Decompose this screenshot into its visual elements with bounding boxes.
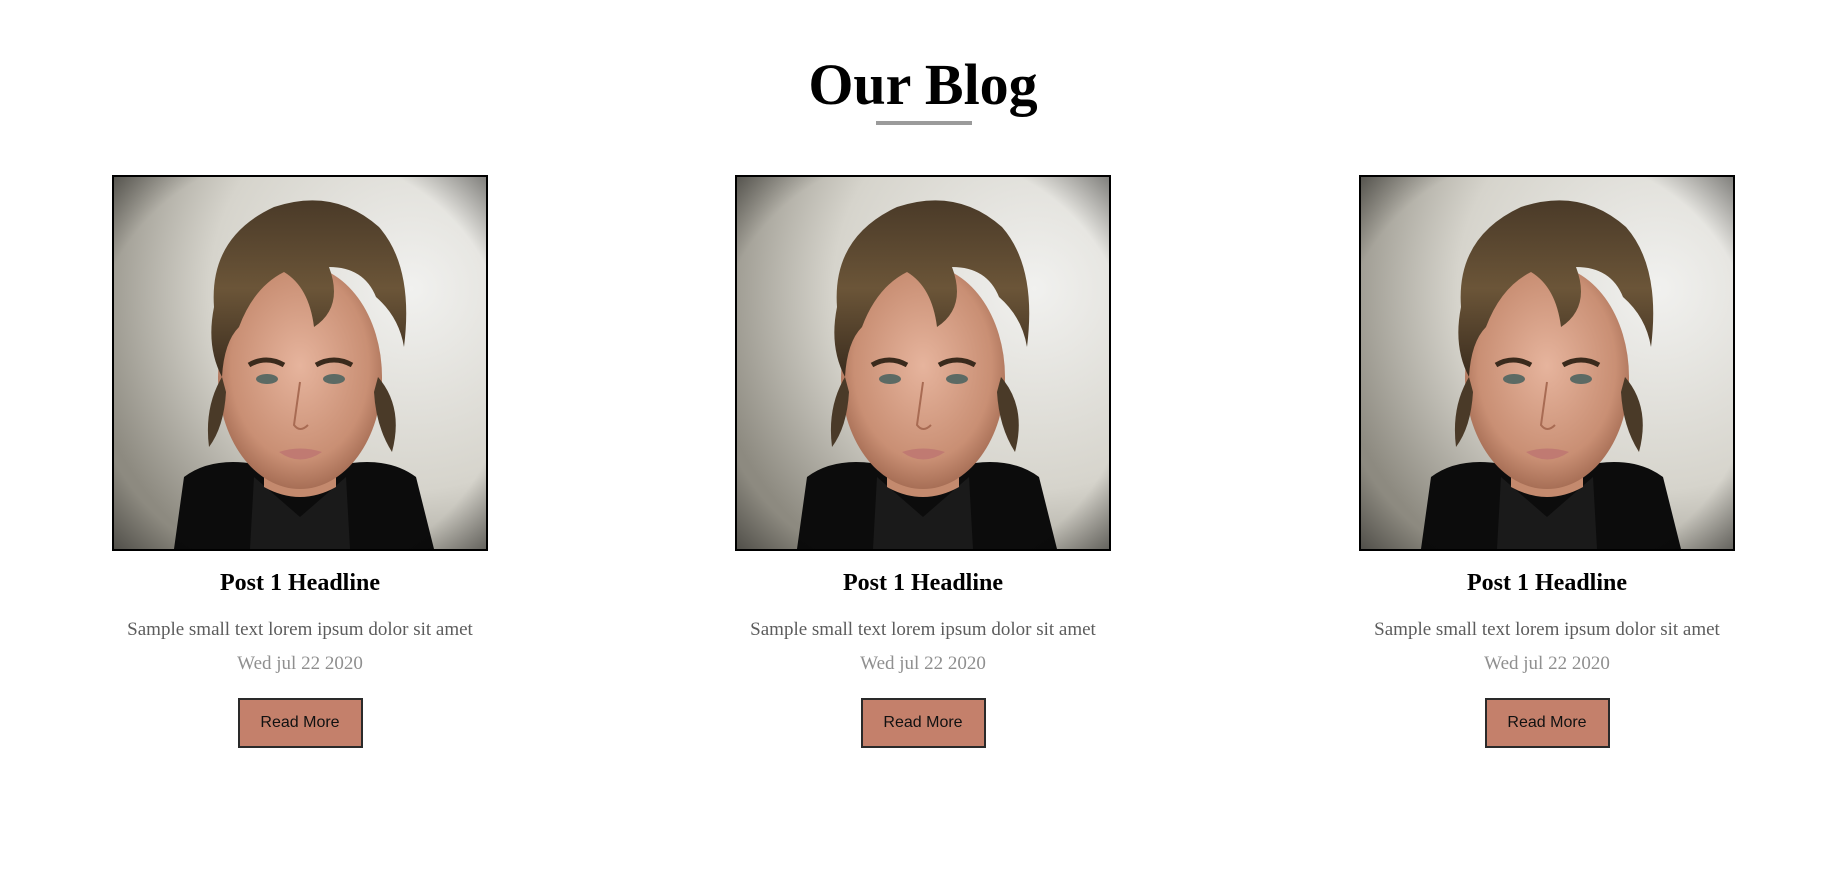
post-date: Wed jul 22 2020 (860, 653, 986, 674)
blog-post-card: Post 1 Headline Sample small text lorem … (1359, 175, 1735, 748)
blog-post-card: Post 1 Headline Sample small text lorem … (735, 175, 1111, 748)
portrait-photo (1361, 177, 1733, 549)
post-date: Wed jul 22 2020 (1484, 653, 1610, 674)
post-image[interactable] (735, 175, 1111, 551)
post-image[interactable] (1359, 175, 1735, 551)
portrait-photo (737, 177, 1109, 549)
post-excerpt: Sample small text lorem ipsum dolor sit … (750, 619, 1096, 640)
post-headline: Post 1 Headline (843, 570, 1003, 596)
post-date: Wed jul 22 2020 (237, 653, 363, 674)
post-image[interactable] (112, 175, 488, 551)
read-more-button[interactable]: Read More (237, 698, 363, 748)
blog-post-card: Post 1 Headline Sample small text lorem … (112, 175, 488, 748)
title-underline (876, 121, 972, 125)
post-excerpt: Sample small text lorem ipsum dolor sit … (127, 619, 473, 640)
portrait-photo (114, 177, 486, 549)
post-excerpt: Sample small text lorem ipsum dolor sit … (1374, 619, 1720, 640)
read-more-button[interactable]: Read More (860, 698, 986, 748)
page-title: Our Blog (808, 52, 1038, 117)
post-headline: Post 1 Headline (220, 570, 380, 596)
post-headline: Post 1 Headline (1467, 570, 1627, 596)
read-more-button[interactable]: Read More (1484, 698, 1610, 748)
